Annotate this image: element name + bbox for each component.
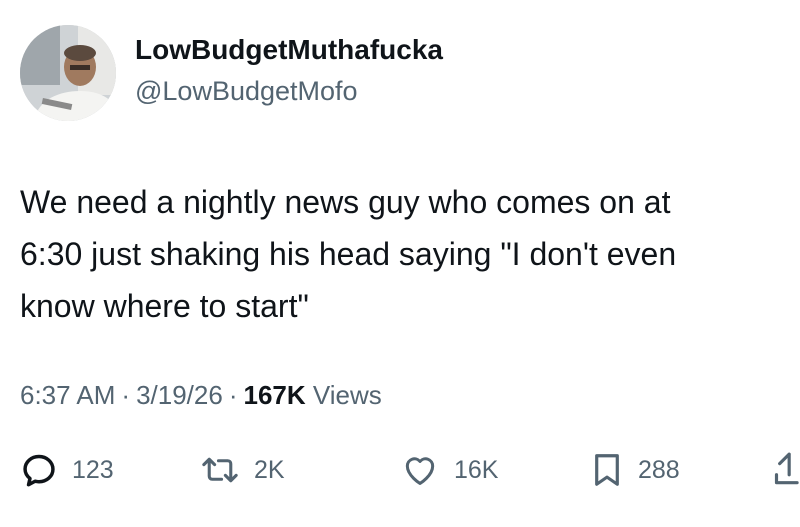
views-count: 167K bbox=[243, 380, 306, 410]
heart-icon bbox=[405, 457, 435, 485]
action-bar: 123 2K 16K 288 bbox=[0, 440, 800, 500]
bookmark-button[interactable]: 288 bbox=[590, 450, 680, 490]
user-handle[interactable]: @LowBudgetMofo bbox=[135, 76, 358, 107]
meta-separator: · bbox=[228, 380, 238, 410]
bookmark-icon bbox=[595, 454, 619, 486]
tweet-text-line: We need a nightly news guy who comes on … bbox=[20, 184, 671, 220]
retweet-count: 2K bbox=[254, 455, 285, 484]
tweet-text-line: know where to start" bbox=[20, 288, 309, 324]
retweet-button[interactable]: 2K bbox=[200, 450, 285, 490]
tweet-text: We need a nightly news guy who comes on … bbox=[20, 176, 790, 332]
tweet-date[interactable]: 3/19/26 bbox=[136, 380, 223, 410]
retweet-icon bbox=[202, 457, 238, 483]
display-name[interactable]: LowBudgetMuthafucka bbox=[135, 34, 443, 66]
bookmark-count: 288 bbox=[638, 455, 680, 484]
reply-icon bbox=[23, 454, 55, 487]
share-icon bbox=[774, 452, 799, 485]
like-button[interactable]: 16K bbox=[400, 450, 498, 490]
tweet-time[interactable]: 6:37 AM bbox=[20, 380, 115, 410]
tweet-text-line: 6:30 just shaking his head saying "I don… bbox=[20, 236, 677, 272]
share-button[interactable] bbox=[772, 450, 800, 490]
meta-separator: · bbox=[121, 380, 131, 410]
avatar-photo bbox=[20, 25, 116, 121]
views-label: Views bbox=[312, 380, 382, 410]
avatar[interactable] bbox=[20, 25, 116, 121]
like-count: 16K bbox=[454, 455, 499, 484]
reply-button[interactable]: 123 bbox=[20, 450, 114, 490]
tweet-meta: 6:37 AM · 3/19/26 · 167K Views bbox=[20, 380, 382, 411]
reply-count: 123 bbox=[72, 455, 114, 484]
